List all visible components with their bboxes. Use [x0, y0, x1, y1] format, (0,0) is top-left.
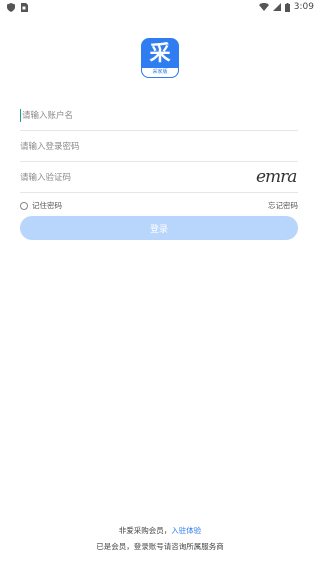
password-row [20, 132, 298, 162]
sim-card-icon [21, 3, 28, 12]
remember-radio[interactable] [20, 201, 28, 210]
logo-glyph: 采 [149, 41, 171, 65]
username-row [20, 101, 298, 131]
username-input[interactable] [20, 101, 298, 130]
signal-icon [272, 3, 281, 11]
captcha-input[interactable] [20, 163, 220, 192]
captcha-image[interactable]: emra [256, 165, 297, 189]
battery-icon [284, 2, 290, 12]
join-link[interactable]: 入驻体验 [171, 526, 201, 535]
join-line: 非爱采购会员，入驻体验 [0, 525, 320, 536]
remember-password-toggle[interactable]: 记住密码 [20, 200, 62, 211]
captcha-row: emra [20, 163, 298, 193]
login-button[interactable]: 登录 [20, 216, 298, 240]
status-bar: 3:09 [0, 0, 320, 16]
remember-label: 记住密码 [32, 201, 62, 210]
forgot-password-link[interactable]: 忘记密码 [268, 200, 298, 211]
password-input[interactable] [20, 132, 298, 161]
text-cursor [20, 109, 21, 122]
logo-sub-label: 采家版 [141, 67, 179, 78]
shield-icon [7, 3, 15, 12]
app-logo: 采 采家版 [141, 38, 179, 78]
status-time: 3:09 [293, 2, 314, 12]
wifi-icon [258, 3, 269, 11]
member-hint: 已是会员，登录账号请咨询所属服务商 [96, 542, 224, 551]
not-member-text: 非爱采购会员， [118, 526, 172, 535]
